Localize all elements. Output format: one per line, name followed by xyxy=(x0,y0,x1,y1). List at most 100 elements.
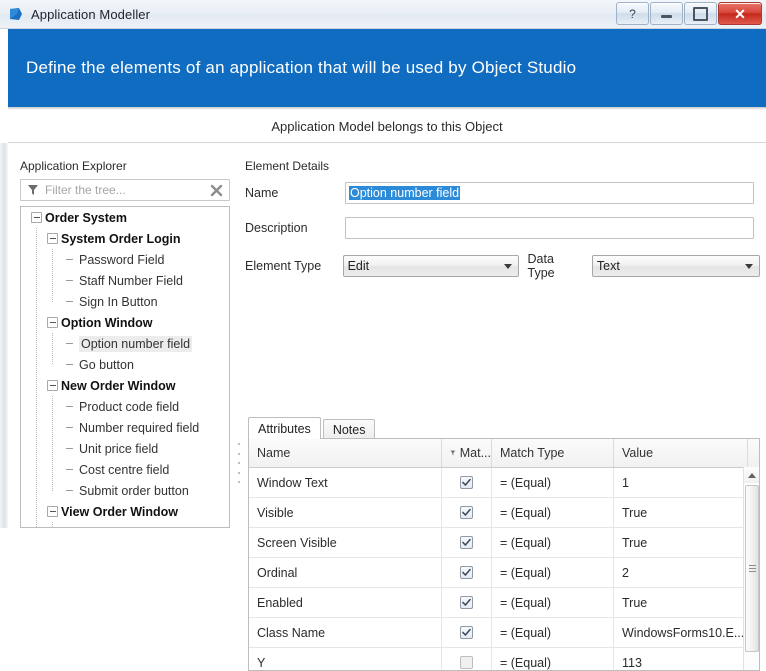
cell-match-type: = (Equal) xyxy=(492,618,614,647)
expand-collapse-icon[interactable] xyxy=(47,317,58,328)
tree-guide-line xyxy=(52,333,53,365)
sub-header-text: Application Model belongs to this Object xyxy=(271,119,502,134)
table-row[interactable]: Window Text= (Equal)1 xyxy=(249,468,759,498)
cell-match-type-text: = (Equal) xyxy=(500,476,551,490)
tree-branch-icon xyxy=(65,401,76,412)
column-header-name-label: Name xyxy=(257,446,290,460)
tree-item-label: Submit order button xyxy=(79,484,189,498)
title-bar: Application Modeller ? ✕ xyxy=(0,0,766,29)
scrollbar-grip-icon xyxy=(749,564,756,573)
cell-name: Y xyxy=(249,648,442,671)
element-type-select[interactable]: Edit xyxy=(343,255,519,277)
column-header-value[interactable]: Value xyxy=(614,439,748,467)
scrollbar-thumb[interactable] xyxy=(745,485,759,652)
main-content: Application Explorer Filter the tree... … xyxy=(8,143,766,528)
cell-match-type: = (Equal) xyxy=(492,558,614,587)
cell-name-text: Visible xyxy=(257,506,294,520)
page-banner: Define the elements of an application th… xyxy=(8,29,766,107)
clear-x-icon[interactable] xyxy=(210,184,223,197)
table-row[interactable]: Ordinal= (Equal)2 xyxy=(249,558,759,588)
grid-vertical-scrollbar[interactable] xyxy=(743,467,759,670)
application-tree[interactable]: Order System System Order Login Password F… xyxy=(20,206,230,528)
tree-item-label: Sign In Button xyxy=(79,295,158,309)
window-controls: ? ✕ xyxy=(616,2,762,25)
name-input[interactable]: Option number field xyxy=(345,182,754,204)
cell-name: Screen Visible xyxy=(249,528,442,557)
banner-text: Define the elements of an application th… xyxy=(26,58,576,78)
scroll-up-button[interactable] xyxy=(744,467,759,483)
tree-guide-line xyxy=(36,228,37,528)
table-row[interactable]: Enabled= (Equal)True xyxy=(249,588,759,618)
cell-value: 1 xyxy=(614,468,748,497)
table-row[interactable]: Class Name = (Equal) WindowsForms10.E... xyxy=(249,618,759,648)
table-row[interactable]: Screen Visible= (Equal)True xyxy=(249,528,759,558)
cell-name: Class Name xyxy=(249,618,442,647)
close-button[interactable]: ✕ xyxy=(718,2,762,25)
cell-match-type: = (Equal) xyxy=(492,588,614,617)
window-title: Application Modeller xyxy=(31,7,150,22)
tree-branch-icon xyxy=(65,296,76,307)
tree-item[interactable]: New Order Window xyxy=(21,375,229,396)
tree-item-label: Password Field xyxy=(79,253,164,267)
table-row[interactable]: Visible= (Equal)True xyxy=(249,498,759,528)
application-modeller-window: Application Modeller ? ✕ Define the elem… xyxy=(0,0,766,528)
filter-placeholder: Filter the tree... xyxy=(45,183,210,197)
checkbox-checked-icon[interactable] xyxy=(460,626,473,639)
tree-item-label: Cost centre field xyxy=(79,463,169,477)
description-input[interactable] xyxy=(345,217,754,239)
column-header-match-label: Mat... xyxy=(460,446,491,460)
cell-name-text: Class Name xyxy=(257,626,325,640)
details-tabs: Attributes Notes xyxy=(248,417,377,439)
application-explorer-label: Application Explorer xyxy=(20,159,232,173)
panel-splitter[interactable] xyxy=(236,443,241,483)
table-row[interactable]: Y= (Equal)113 xyxy=(249,648,759,671)
tree-branch-icon xyxy=(65,275,76,286)
tree-branch-icon xyxy=(65,485,76,496)
help-button[interactable]: ? xyxy=(616,2,649,25)
tab-attributes[interactable]: Attributes xyxy=(248,417,321,439)
cell-name-text: Y xyxy=(257,656,265,670)
expand-collapse-icon[interactable] xyxy=(47,506,58,517)
column-header-match-type[interactable]: Match Type xyxy=(492,439,614,467)
element-type-value: Edit xyxy=(348,259,370,273)
maximize-icon xyxy=(693,7,708,21)
column-header-match[interactable]: Mat... xyxy=(442,439,492,467)
tab-label: Notes xyxy=(333,423,366,437)
expand-collapse-icon[interactable] xyxy=(31,212,42,223)
tree-item[interactable]: System Order Login xyxy=(21,228,229,249)
cell-name: Enabled xyxy=(249,588,442,617)
tree-item[interactable]: Order System xyxy=(21,207,229,228)
name-label: Name xyxy=(245,186,345,200)
tab-notes[interactable]: Notes xyxy=(323,419,376,439)
cell-value-text: WindowsForms10.E... xyxy=(622,626,744,640)
cell-match-type-text: = (Equal) xyxy=(500,566,551,580)
expand-collapse-icon[interactable] xyxy=(47,380,58,391)
filter-funnel-icon xyxy=(27,184,39,196)
name-input-value: Option number field xyxy=(349,186,460,200)
tree-item[interactable]: View Order Window xyxy=(21,501,229,522)
tree-branch-icon xyxy=(65,464,76,475)
checkbox-unchecked-icon[interactable] xyxy=(460,656,473,669)
minimize-button[interactable] xyxy=(650,2,683,25)
checkbox-checked-icon[interactable] xyxy=(460,506,473,519)
filter-tree-input[interactable]: Filter the tree... xyxy=(20,179,230,201)
cell-value-text: 1 xyxy=(622,476,629,490)
attributes-grid: Name Mat... Match Type Value Window Text… xyxy=(248,438,760,671)
tree-item-label: Product code field xyxy=(79,400,179,414)
checkbox-checked-icon[interactable] xyxy=(460,476,473,489)
tree-item[interactable]: Option Window xyxy=(21,312,229,333)
cell-match xyxy=(442,498,492,527)
grid-header-row: Name Mat... Match Type Value xyxy=(249,439,759,468)
cell-value-text: 2 xyxy=(622,566,629,580)
tree-item-label: System Order Login xyxy=(61,232,180,246)
cell-match-type-text: = (Equal) xyxy=(500,626,551,640)
checkbox-checked-icon[interactable] xyxy=(460,566,473,579)
cell-value: True xyxy=(614,528,748,557)
tree-guide-line xyxy=(52,249,53,302)
column-header-name[interactable]: Name xyxy=(249,439,442,467)
maximize-button[interactable] xyxy=(684,2,717,25)
checkbox-checked-icon[interactable] xyxy=(460,536,473,549)
expand-collapse-icon[interactable] xyxy=(47,233,58,244)
checkbox-checked-icon[interactable] xyxy=(460,596,473,609)
data-type-select[interactable]: Text xyxy=(592,255,760,277)
